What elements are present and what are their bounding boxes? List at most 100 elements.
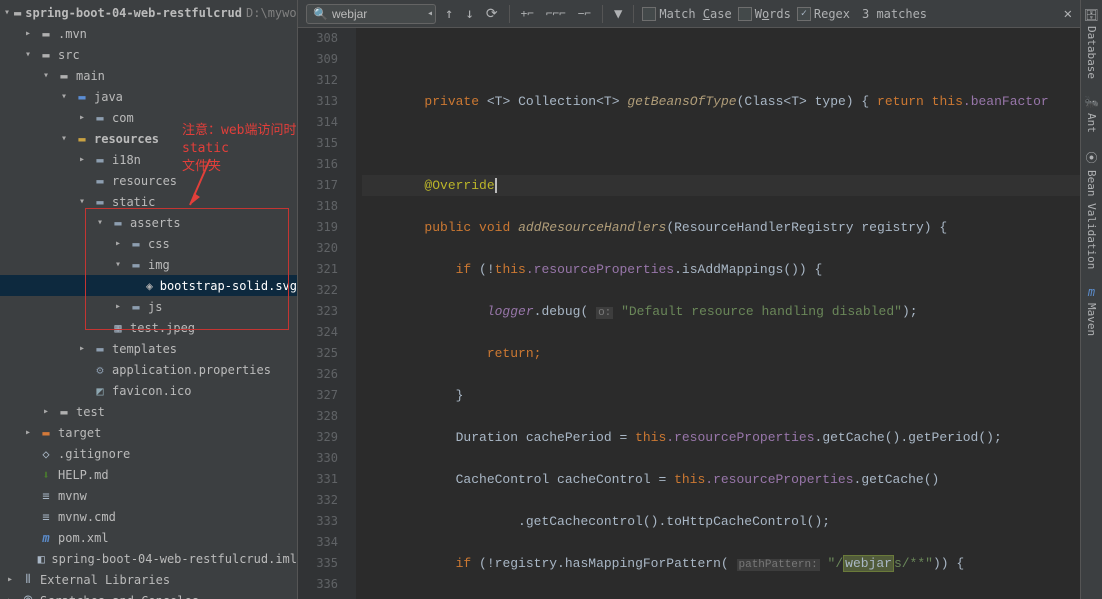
line-number: 309 <box>298 49 356 70</box>
tree-static[interactable]: ▾ ▬ static <box>0 191 297 212</box>
project-panel: ▾ ▬ spring-boot-04-web-restfulcrud D:\my… <box>0 0 298 599</box>
search-bar: 🔍 ◂ ↑ ↓ ⟳ +⌐ ⌐⌐⌐ −⌐ ▼ Match Case Words ✓… <box>298 0 1080 28</box>
ant-tool-button[interactable]: 🐜Ant <box>1082 87 1101 141</box>
project-tree: ▾ ▬ spring-boot-04-web-restfulcrud D:\my… <box>0 0 297 599</box>
code-editor[interactable]: private <T> Collection<T> getBeansOfType… <box>356 28 1080 599</box>
line-number: 308 <box>298 28 356 49</box>
bean-validation-tool-button[interactable]: ⦿Bean Validation <box>1083 141 1100 277</box>
chevron-right-icon: ▸ <box>22 427 34 438</box>
chevron-right-icon: ▸ <box>112 301 124 312</box>
tree-com[interactable]: ▸ ▬ com <box>0 107 297 128</box>
tree-bootstrap-svg[interactable]: ◈ bootstrap-solid.svg <box>0 275 297 296</box>
tree-testjpeg[interactable]: ▦ test.jpeg <box>0 317 297 338</box>
chevron-right-icon: ▸ <box>76 154 88 165</box>
line-number: 317 <box>298 175 356 196</box>
folder-icon: ▬ <box>92 194 108 210</box>
tree-mvn[interactable]: ▸ ▬ .mvn <box>0 23 297 44</box>
tree-asserts[interactable]: ▾ ▬ asserts <box>0 212 297 233</box>
tree-favicon[interactable]: ◩ favicon.ico <box>0 380 297 401</box>
line-number: 327 <box>298 385 356 406</box>
chevron-down-icon: ▾ <box>112 259 124 270</box>
match-case-checkbox[interactable]: Match Case <box>642 7 731 21</box>
line-number: 323 <box>298 301 356 322</box>
tree-src[interactable]: ▾ ▬ src <box>0 44 297 65</box>
folder-icon: ▬ <box>92 152 108 168</box>
filter-button[interactable]: ▼ <box>611 4 625 24</box>
tree-js[interactable]: ▸ ▬ js <box>0 296 297 317</box>
tree-java[interactable]: ▾ ▬ java <box>0 86 297 107</box>
tree-test[interactable]: ▸ ▬ test <box>0 401 297 422</box>
tree-resources[interactable]: ▾ ▬ resources <box>0 128 297 149</box>
line-number: 320 <box>298 238 356 259</box>
text-caret <box>495 178 497 193</box>
tree-extlib[interactable]: ▸ ⫴ External Libraries <box>0 569 297 590</box>
tree-helpmd[interactable]: ⬇ HELP.md <box>0 464 297 485</box>
tree-css[interactable]: ▸ ▬ css <box>0 233 297 254</box>
tree-target[interactable]: ▸ ▬ target <box>0 422 297 443</box>
editor-area: 🔍 ◂ ↑ ↓ ⟳ +⌐ ⌐⌐⌐ −⌐ ▼ Match Case Words ✓… <box>298 0 1080 599</box>
line-number: 314 <box>298 112 356 133</box>
chevron-right-icon: ▸ <box>40 406 52 417</box>
tree-img[interactable]: ▾ ▬ img <box>0 254 297 275</box>
tree-main[interactable]: ▾ ▬ main <box>0 65 297 86</box>
words-checkbox[interactable]: Words <box>738 7 791 21</box>
maven-file-icon: m <box>38 530 54 546</box>
chevron-down-icon: ▾ <box>58 133 70 144</box>
folder-icon: ▬ <box>38 47 54 63</box>
find-all-button[interactable]: ⟳ <box>483 4 501 24</box>
folder-icon: ▬ <box>56 68 72 84</box>
checkbox-icon <box>642 7 656 21</box>
tree-mvnw[interactable]: ≡ mvnw <box>0 485 297 506</box>
search-match: webjar <box>843 555 894 572</box>
tree-appprops[interactable]: ⚙ application.properties <box>0 359 297 380</box>
remove-selection-button[interactable]: −⌐ <box>575 5 594 22</box>
properties-file-icon: ⚙ <box>92 362 108 378</box>
tree-templates[interactable]: ▸ ▬ templates <box>0 338 297 359</box>
chevron-right-icon: ▸ <box>22 28 34 39</box>
search-icon: 🔍 <box>313 7 328 21</box>
ant-icon: 🐜 <box>1084 95 1099 109</box>
tree-pomxml[interactable]: m pom.xml <box>0 527 297 548</box>
database-icon: 🗄 <box>1084 8 1099 22</box>
regex-checkbox[interactable]: ✓ Regex <box>797 7 850 21</box>
separator <box>602 5 603 23</box>
line-number: 332 <box>298 490 356 511</box>
folder-icon: ▬ <box>128 236 144 252</box>
line-number: 312 <box>298 70 356 91</box>
chevron-down-icon: ▾ <box>40 70 52 81</box>
folder-icon: ▬ <box>128 299 144 315</box>
database-tool-button[interactable]: 🗄Database <box>1082 0 1101 87</box>
line-number: 326 <box>298 364 356 385</box>
next-occurrence-button[interactable]: ↓ <box>462 4 476 24</box>
line-number: 319 <box>298 217 356 238</box>
tree-resources2[interactable]: ▬ resources <box>0 170 297 191</box>
add-selection-button[interactable]: +⌐ <box>518 5 537 22</box>
folder-icon: ▬ <box>110 215 126 231</box>
maven-tool-button[interactable]: mMaven <box>1083 277 1100 344</box>
code-area: 3083093123133143153163173183193203213223… <box>298 28 1080 599</box>
package-icon: ▬ <box>92 110 108 126</box>
close-search-button[interactable]: ✕ <box>1064 6 1072 22</box>
search-input-wrapper[interactable]: 🔍 ◂ <box>306 4 436 24</box>
tree-project-root[interactable]: ▾ ▬ spring-boot-04-web-restfulcrud D:\my… <box>0 2 297 23</box>
checkbox-checked-icon: ✓ <box>797 7 811 21</box>
tree-iml[interactable]: ◧ spring-boot-04-web-restfulcrud.iml <box>0 548 297 569</box>
scratches-icon: ⦾ <box>20 593 36 599</box>
search-input[interactable] <box>332 7 427 21</box>
dropdown-icon[interactable]: ◂ <box>427 8 433 19</box>
tree-i18n[interactable]: ▸ ▬ i18n <box>0 149 297 170</box>
bean-icon: ⦿ <box>1086 149 1098 166</box>
md-file-icon: ⬇ <box>38 467 54 483</box>
tree-scratches[interactable]: ▸ ⦾ Scratches and Consoles <box>0 590 297 599</box>
svg-file-icon: ◈ <box>143 278 155 294</box>
line-number: 315 <box>298 133 356 154</box>
tree-mvnwcmd[interactable]: ≡ mvnw.cmd <box>0 506 297 527</box>
chevron-down-icon: ▾ <box>22 49 34 60</box>
prev-occurrence-button[interactable]: ↑ <box>442 4 456 24</box>
tree-gitignore[interactable]: ◇ .gitignore <box>0 443 297 464</box>
chevron-right-icon: ▸ <box>4 595 16 599</box>
project-name-label: spring-boot-04-web-restfulcrud <box>25 6 242 20</box>
line-number: 330 <box>298 448 356 469</box>
select-all-button[interactable]: ⌐⌐⌐ <box>543 5 569 22</box>
folder-icon: ▬ <box>74 89 90 105</box>
